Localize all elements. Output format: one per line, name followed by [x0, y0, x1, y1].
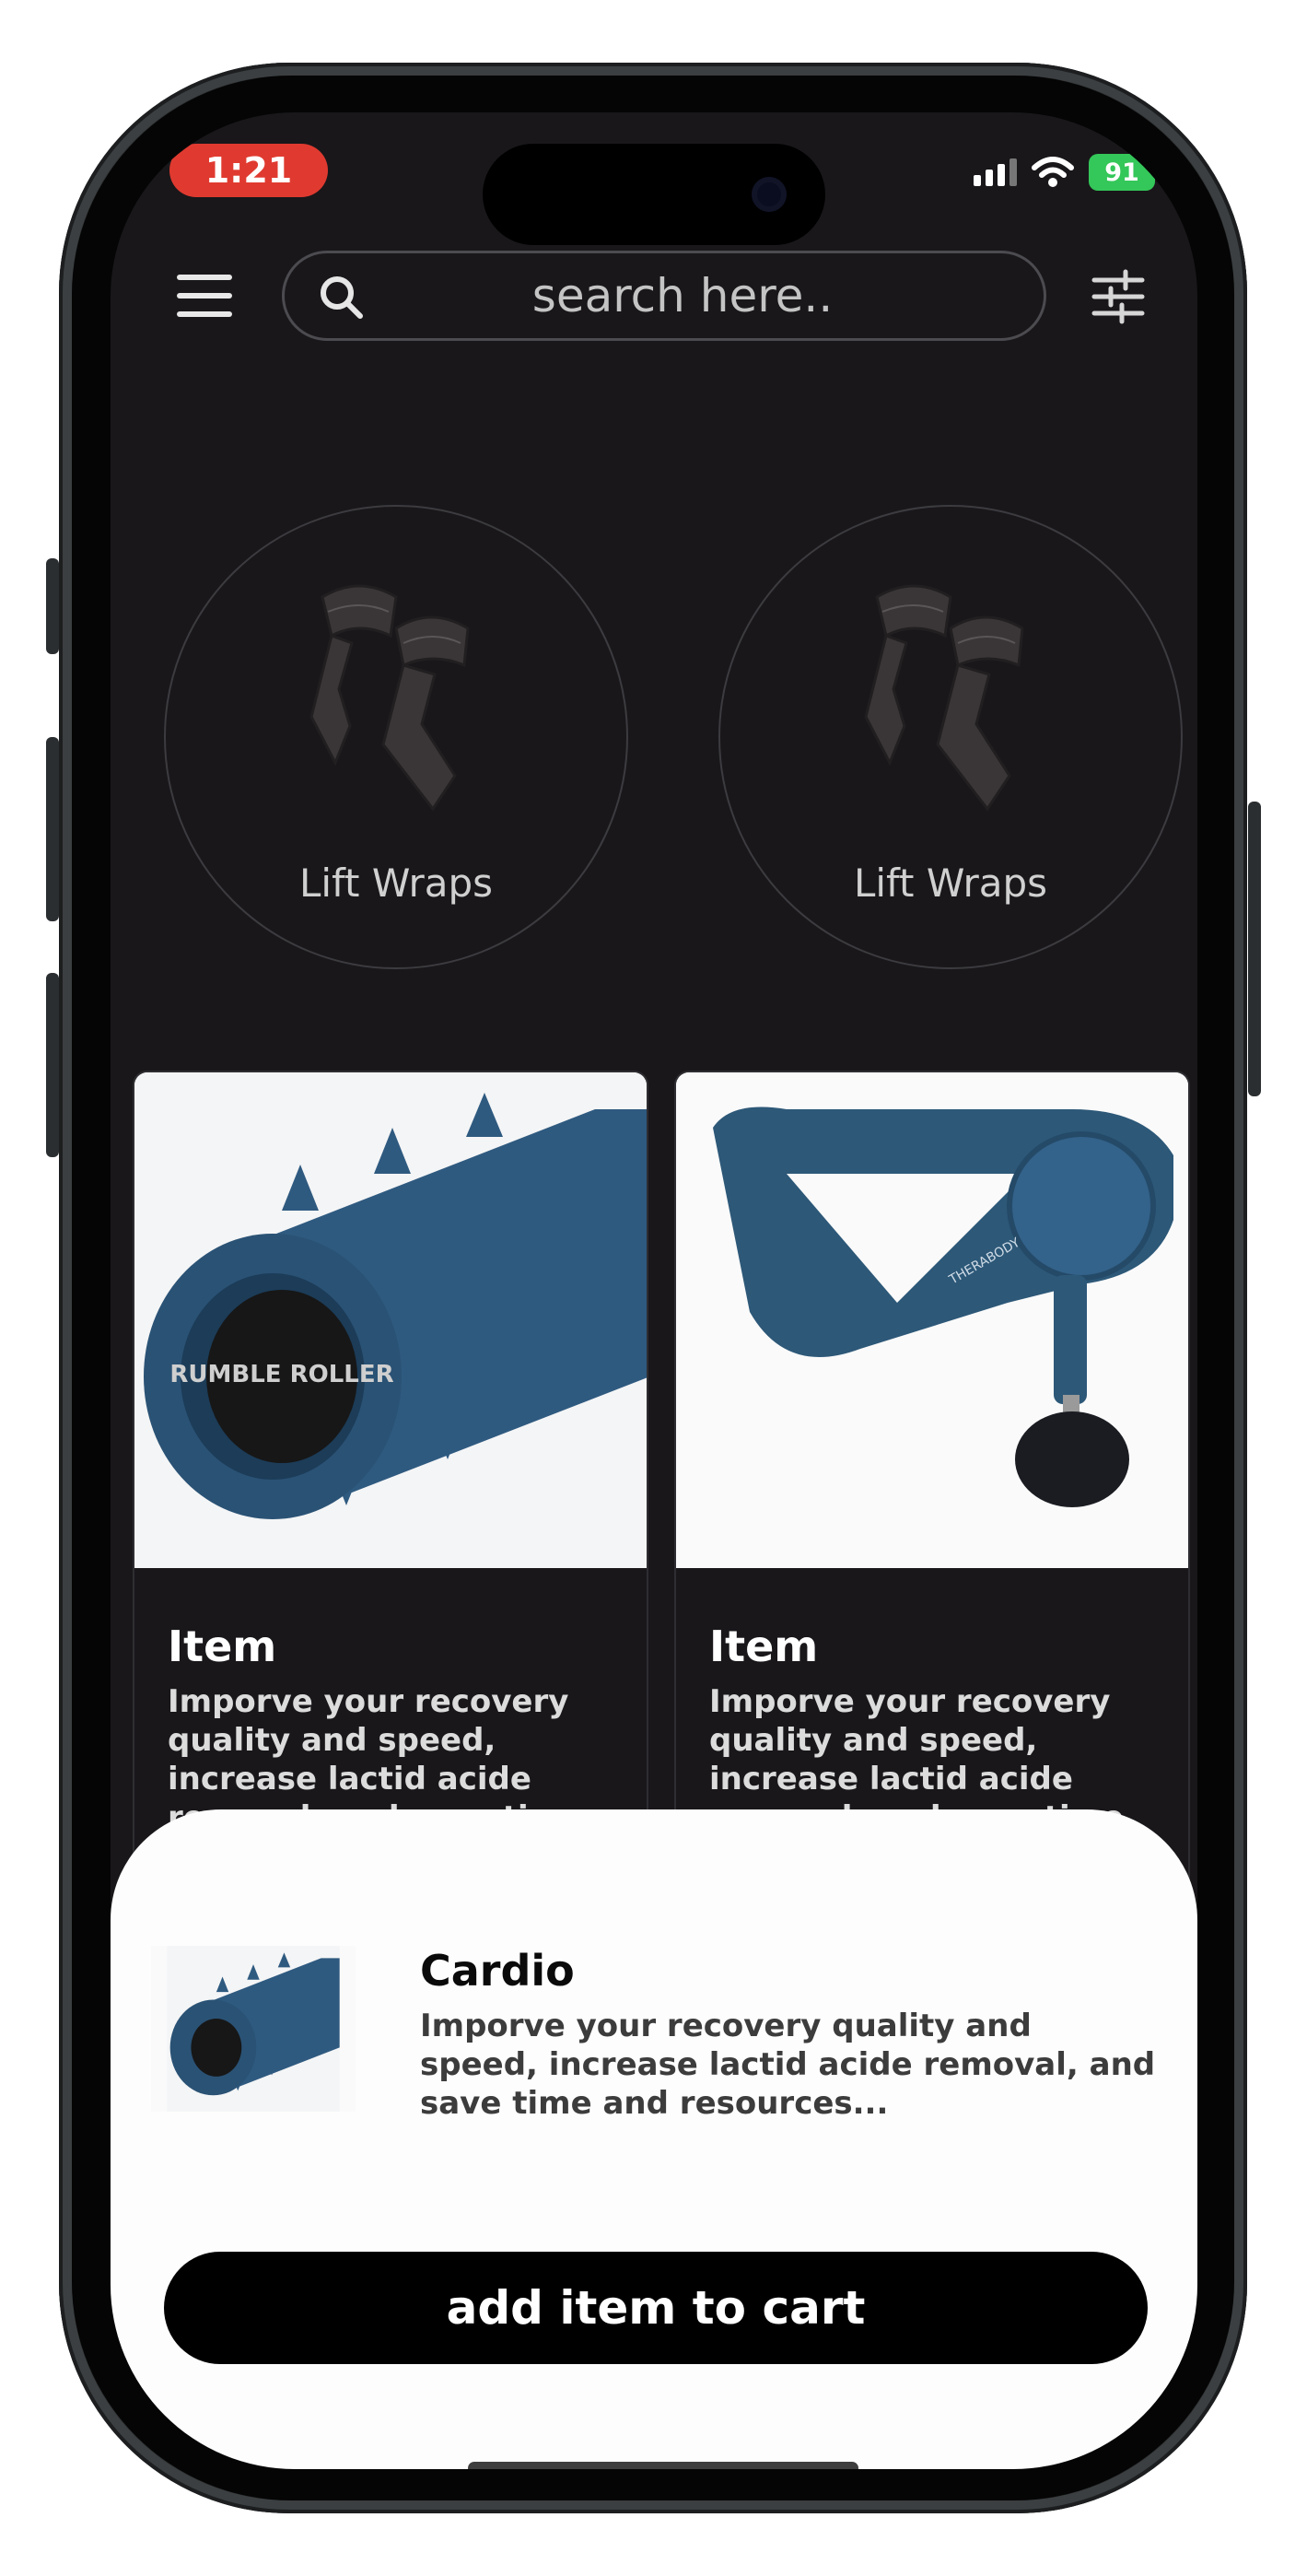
status-indicators: 91 [974, 149, 1155, 195]
category-label: Lift Wraps [298, 861, 494, 906]
battery-icon: 91 [1089, 154, 1155, 191]
category-label: Lift Wraps [853, 861, 1048, 906]
product-image: RUMBLE ROLLER [134, 1072, 647, 1568]
status-time: 1:21 [169, 144, 328, 197]
action-button [46, 558, 59, 654]
sheet-title: Cardio [420, 1946, 575, 1996]
search-input[interactable] [285, 253, 1044, 338]
dynamic-island [483, 144, 825, 245]
product-detail-sheet: Cardio Imporve your recovery quality and… [111, 1809, 1197, 2469]
power-button [1248, 802, 1261, 1096]
app-screen: 1:21 91 search here.. Lift Wraps Lift Wr… [111, 112, 1197, 2469]
product-card[interactable]: RUMBLE ROLLER Item Imporve your recovery… [133, 1071, 648, 1900]
volume-down-button [46, 973, 59, 1157]
search-bar[interactable] [282, 251, 1046, 341]
wifi-icon [1032, 157, 1074, 187]
front-camera [752, 177, 787, 212]
product-title: Item [168, 1622, 277, 1671]
foam-roller-image: RUMBLE ROLLER [134, 1072, 647, 1568]
search-icon [321, 276, 363, 319]
volume-up-button [46, 737, 59, 921]
product-card[interactable]: THERABODY Item Imporve your recovery qua… [674, 1071, 1190, 1900]
product-title: Item [709, 1622, 819, 1671]
sheet-product-image [151, 1946, 356, 2112]
roller-brand-text: RUMBLE ROLLER [169, 1361, 393, 1388]
add-to-cart-button[interactable]: add item to cart [164, 2252, 1148, 2364]
sheet-description: Imporve your recovery quality and speed,… [420, 2008, 1156, 2122]
home-indicator[interactable] [468, 2462, 858, 2469]
foam-roller-thumbnail [167, 1946, 340, 2112]
massage-gun-image: THERABODY [676, 1072, 1188, 1568]
menu-icon[interactable] [177, 275, 232, 317]
filter-icon[interactable] [1091, 269, 1146, 324]
product-image: THERABODY [676, 1072, 1188, 1568]
category-lift-wraps[interactable]: Lift Wraps [718, 505, 1183, 969]
category-lift-wraps[interactable]: Lift Wraps [164, 505, 628, 969]
lift-wraps-icon [864, 584, 1024, 812]
lift-wraps-icon [309, 584, 470, 812]
cellular-signal-icon [974, 158, 1017, 186]
